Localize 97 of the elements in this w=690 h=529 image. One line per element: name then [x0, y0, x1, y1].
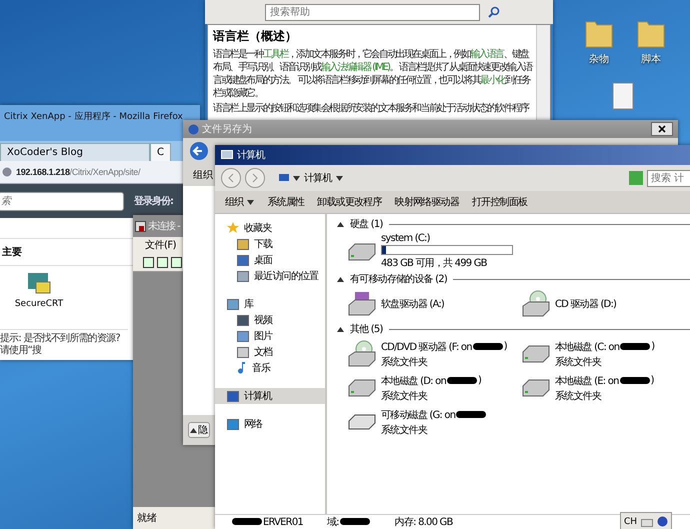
- command-button[interactable]: 系统属性: [267, 195, 304, 209]
- drive-item[interactable]: 可移动磁盘 (G: on 系统文件夹: [347, 406, 521, 438]
- drive-name: 本地磁盘 (C: on ): [555, 340, 654, 354]
- drive-item[interactable]: 本地磁盘 (D: on ) 系统文件夹: [347, 372, 521, 404]
- memory-text: 内存: 8.00 GB: [394, 516, 453, 529]
- window-title: 计算机: [237, 148, 265, 162]
- command-button[interactable]: 映射网络驱动器: [394, 195, 460, 209]
- nav-item[interactable]: 计算机: [215, 388, 325, 404]
- help-link[interactable]: 输入语言: [470, 49, 504, 60]
- help-paragraph: 语言栏上显示的按钮和选项集会根据所安装的文本服务和当前处于活动状态的软件程序: [213, 102, 530, 115]
- desktop-icon-label[interactable]: 脚本: [641, 52, 661, 66]
- section-title: 主要: [2, 245, 22, 259]
- caret-icon: [293, 176, 300, 180]
- window-title: 未连接 -: [148, 220, 180, 233]
- back-icon[interactable]: [189, 141, 209, 161]
- hard-drive-icon: [521, 344, 551, 364]
- language-indicator[interactable]: CH: [624, 516, 638, 526]
- nav-item[interactable]: 文档: [215, 344, 325, 360]
- search-icon[interactable]: [488, 6, 500, 18]
- nav-item[interactable]: 库: [215, 296, 325, 312]
- browser-tab[interactable]: XoCoder's Blog: [0, 143, 150, 161]
- help-paragraph: 语言栏是一种工具栏，添加文本服务时，它会自动出现在桌面上，例如输入语言、键盘布局、手写识别、语音识别或输入法编辑器 (IME)。 语言栏提供了从桌面快速更改输入语言或键盘布局的方法。 可以将语言栏移动到屏幕的任何位置，也可以将其最小化到任务栏或隐藏它。: [213, 48, 534, 100]
- cd-drive-icon: [347, 340, 377, 368]
- hard-drive-icon: [347, 378, 377, 398]
- window-title: Citrix XenApp - 应用程序 - Mozilla Firefox: [4, 110, 183, 123]
- nav-item[interactable]: 音乐: [215, 360, 325, 376]
- search-field[interactable]: 索: [0, 192, 124, 210]
- hide-folders-button[interactable]: 隐: [188, 422, 210, 438]
- caret-icon: [247, 200, 254, 204]
- help-link[interactable]: 最小化: [480, 75, 505, 86]
- help-link[interactable]: 工具栏: [262, 49, 288, 60]
- removable-drive-icon: [347, 413, 377, 431]
- hard-drive-icon: [347, 242, 377, 262]
- drive-item[interactable]: 本地磁盘 (C: on ) 系统文件夹: [521, 338, 690, 370]
- command-button[interactable]: 卸载或更改程序: [317, 195, 382, 209]
- toolbar-icon[interactable]: [171, 256, 182, 268]
- caret-icon: [337, 326, 344, 332]
- command-button[interactable]: 打开控制面板: [472, 195, 528, 209]
- status-text: 就绪: [137, 512, 157, 525]
- hint-text: 提示: 是否找不到所需的资源? 请使用“搜: [0, 333, 121, 357]
- drive-name: CD 驱动器 (D:): [555, 298, 616, 311]
- nav-item[interactable]: 下载: [215, 236, 325, 252]
- toolbar-icon[interactable]: [157, 256, 168, 268]
- command-button[interactable]: 组织: [225, 195, 254, 209]
- drive-item[interactable]: system (C:) 483 GB 可用，共 499 GB: [347, 233, 690, 270]
- drive-item[interactable]: 本地磁盘 (E: on ) 系统文件夹: [521, 372, 690, 404]
- help-link[interactable]: 输入法编辑器 (IME): [320, 62, 390, 73]
- drive-type: 系统文件夹: [381, 390, 428, 402]
- nav-item[interactable]: 桌面: [215, 252, 325, 268]
- browser-tab[interactable]: C: [150, 143, 171, 161]
- search-field[interactable]: 搜索 计: [647, 170, 690, 186]
- drive-type: 系统文件夹: [555, 356, 602, 368]
- drive-name: 本地磁盘 (E: on ): [555, 374, 654, 388]
- music-note-icon: [237, 362, 247, 374]
- computer-name: ERVER01: [231, 516, 303, 528]
- app-tile[interactable]: SecureCRT: [12, 272, 66, 309]
- nav-item[interactable]: 网络: [215, 416, 325, 432]
- cd-drive-icon: [521, 290, 551, 318]
- group-title: 其他 (5): [350, 322, 383, 336]
- drive-space: 483 GB 可用，共 499 GB: [381, 256, 488, 270]
- login-label: 登录身份:: [134, 194, 173, 208]
- nav-item[interactable]: 最近访问的位置: [215, 268, 325, 284]
- app-icon: [26, 272, 52, 296]
- toolbar-button[interactable]: 组织: [193, 168, 213, 182]
- close-icon: [658, 125, 666, 133]
- hard-drive-icon: [521, 378, 551, 398]
- drive-name: system (C:): [381, 233, 431, 244]
- drive-item[interactable]: 软盘驱动器 (A:): [347, 288, 521, 320]
- caret-icon: [190, 428, 197, 432]
- floppy-drive-icon: [347, 291, 377, 317]
- drive-name: CD/DVD 驱动器 (F: on ): [381, 340, 507, 354]
- group-title: 有可移动存储的设备 (2): [350, 272, 447, 286]
- nav-item[interactable]: 视频: [215, 312, 325, 328]
- drive-item[interactable]: CD 驱动器 (D:): [521, 288, 690, 320]
- caret-icon: [337, 276, 344, 282]
- search-field[interactable]: 搜索帮助: [265, 4, 480, 20]
- close-button[interactable]: [651, 122, 673, 136]
- drive-type: 系统文件夹: [381, 424, 428, 436]
- caret-icon: [337, 222, 344, 226]
- drive-type: 系统文件夹: [381, 356, 428, 368]
- caret-icon: [336, 176, 343, 180]
- terminal-icon: [135, 220, 146, 232]
- drive-name: 本地磁盘 (D: on ): [381, 374, 482, 388]
- drive-item[interactable]: CD/DVD 驱动器 (F: on ) 系统文件夹: [347, 338, 521, 370]
- help-heading: 语言栏（概述）: [213, 28, 298, 45]
- drive-name: 可移动磁盘 (G: on: [381, 408, 488, 422]
- window-title: 文件另存为: [202, 122, 252, 136]
- address-bar[interactable]: 计算机: [279, 169, 625, 187]
- domain-label: 域:: [326, 515, 371, 529]
- group-title: 硬盘 (1): [350, 218, 383, 231]
- star-icon: [227, 222, 239, 234]
- drive-type: 系统文件夹: [555, 390, 602, 402]
- toolbar-icon[interactable]: [143, 256, 154, 268]
- nav-item[interactable]: 图片: [215, 328, 325, 344]
- nav-item[interactable]: 收藏夹: [215, 220, 325, 236]
- drive-name: 软盘驱动器 (A:): [381, 298, 444, 311]
- desktop-icon-label[interactable]: 杂物: [589, 52, 609, 66]
